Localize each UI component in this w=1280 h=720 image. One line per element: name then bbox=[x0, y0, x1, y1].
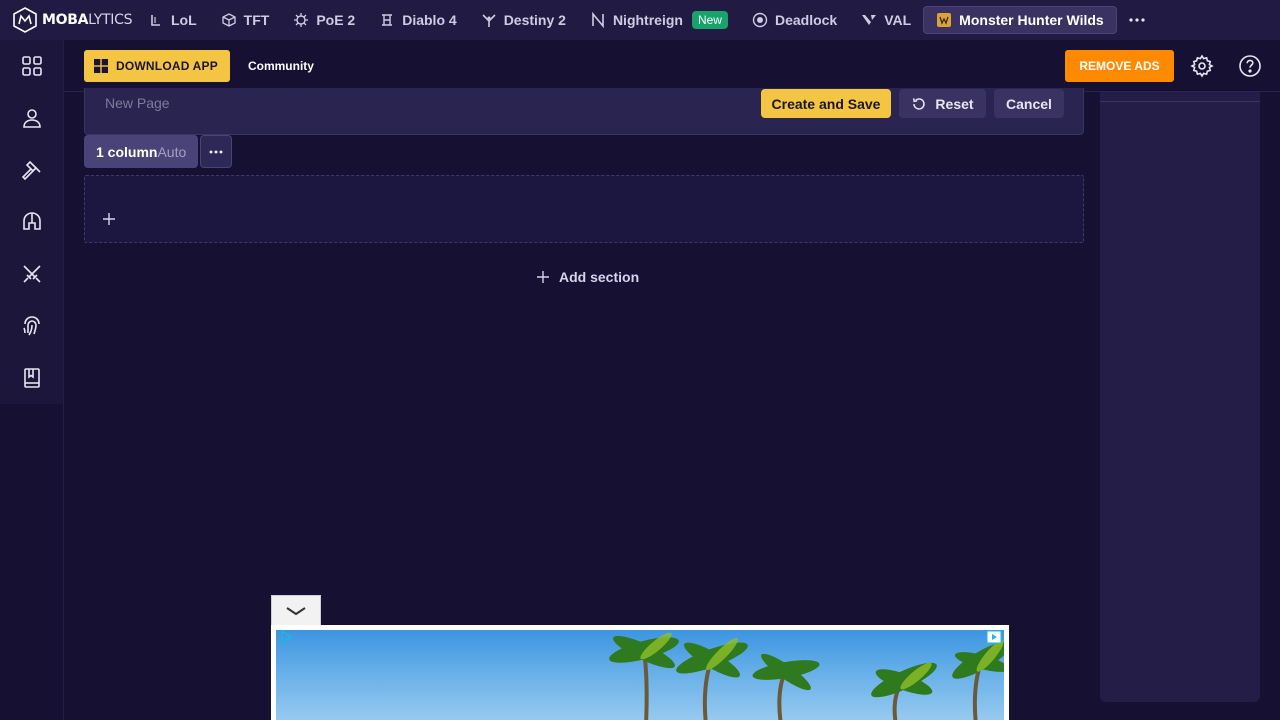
columns-mode: Auto bbox=[157, 143, 187, 160]
remove-ads-button[interactable]: REMOVE ADS bbox=[1065, 50, 1174, 82]
grid-icon bbox=[21, 56, 42, 76]
game-tab-val[interactable]: VAL bbox=[849, 6, 923, 34]
plus-icon bbox=[537, 271, 549, 283]
sidebar-item-grid[interactable] bbox=[0, 40, 63, 92]
empty-section bbox=[84, 175, 1084, 243]
column-layout-selector[interactable]: 1 column Auto bbox=[84, 135, 199, 168]
sidebar-menu bbox=[0, 40, 63, 404]
lol-icon bbox=[151, 15, 160, 26]
panel-divider bbox=[1100, 101, 1260, 102]
collapse-ad-button[interactable] bbox=[271, 595, 321, 625]
game-tab-destiny-2[interactable]: Destiny 2 bbox=[469, 6, 578, 34]
create-and-save-button[interactable]: Create and Save bbox=[761, 89, 891, 118]
sidebar-item-profile[interactable] bbox=[0, 92, 63, 144]
game-tab-poe-2[interactable]: PoE 2 bbox=[281, 6, 367, 34]
deadlock-icon bbox=[752, 12, 768, 28]
advertisement-banner[interactable] bbox=[271, 625, 1009, 720]
game-tab-deadlock[interactable]: Deadlock bbox=[740, 6, 849, 34]
sidebar-item-book[interactable] bbox=[0, 352, 63, 404]
game-tab-label: LoL bbox=[171, 12, 197, 28]
palm-trees-illustration bbox=[609, 632, 1004, 720]
windows-icon bbox=[94, 58, 108, 73]
top-navigation: MOBALYTICS LoL TFT PoE 2 Diablo 4 Destiny 2 N… bbox=[0, 0, 1280, 40]
hammer-icon bbox=[21, 160, 41, 181]
sidebar-item-helmet[interactable] bbox=[0, 196, 63, 248]
game-tab-label: PoE 2 bbox=[316, 12, 356, 28]
ellipsis-icon bbox=[209, 150, 223, 153]
mobalytics-logo-icon bbox=[13, 7, 37, 33]
chevron-down-icon bbox=[286, 606, 306, 615]
profile-icon bbox=[22, 109, 41, 128]
settings-gear-icon[interactable] bbox=[1190, 54, 1214, 78]
monster-hunter-icon bbox=[937, 13, 952, 27]
tft-icon bbox=[222, 13, 236, 27]
page-name-input[interactable]: New Page bbox=[105, 95, 170, 111]
download-app-button[interactable]: DOWNLOAD APP bbox=[84, 49, 230, 82]
nightreign-icon bbox=[592, 12, 604, 28]
reset-label: Reset bbox=[935, 95, 974, 112]
game-tabs: LoL TFT PoE 2 Diablo 4 Destiny 2 Nightreign Ne… bbox=[136, 0, 1117, 40]
diablo4-icon bbox=[382, 14, 393, 26]
cancel-button[interactable]: Cancel bbox=[994, 89, 1064, 118]
add-widget-plus-icon[interactable] bbox=[101, 211, 117, 227]
new-badge: New bbox=[691, 11, 728, 29]
sidebar-item-crossed-swords[interactable] bbox=[0, 248, 63, 300]
right-sidebar-panel bbox=[1100, 92, 1260, 702]
destiny2-icon bbox=[482, 14, 496, 27]
game-tab-label: Destiny 2 bbox=[503, 12, 566, 28]
fingerprint-icon bbox=[22, 316, 40, 336]
help-icon[interactable] bbox=[1238, 54, 1262, 78]
sidebar-item-hammer[interactable] bbox=[0, 144, 63, 196]
valorant-icon bbox=[862, 15, 877, 25]
game-tab-nightreign[interactable]: Nightreign New bbox=[578, 6, 740, 34]
page-editor-bar: New Page Create and Save Reset Cancel bbox=[84, 88, 1084, 135]
logo-text: MOBALYTICS bbox=[42, 12, 133, 28]
game-tab-label: Diablo 4 bbox=[402, 12, 457, 28]
add-section-label: Add section bbox=[559, 269, 640, 285]
more-games-button[interactable] bbox=[1125, 8, 1149, 32]
helmet-icon bbox=[22, 212, 41, 230]
game-tab-label: Monster Hunter Wilds bbox=[959, 12, 1104, 28]
columns-label: 1 column bbox=[96, 143, 158, 160]
game-tab-label: Nightreign bbox=[612, 12, 683, 28]
ad-image bbox=[276, 630, 1004, 720]
game-tab-monster-hunter-wilds[interactable]: Monster Hunter Wilds bbox=[923, 6, 1117, 34]
sidebar-item-fingerprint[interactable] bbox=[0, 300, 63, 352]
community-link[interactable]: Community bbox=[248, 59, 314, 73]
column-options-button[interactable] bbox=[200, 135, 232, 168]
reset-button[interactable]: Reset bbox=[899, 89, 986, 118]
ad-choices-icon[interactable] bbox=[278, 629, 294, 645]
left-sidebar bbox=[0, 40, 64, 720]
game-tab-lol[interactable]: LoL bbox=[136, 6, 209, 34]
sub-header: DOWNLOAD APP Community REMOVE ADS bbox=[64, 40, 1280, 92]
mobalytics-logo[interactable]: MOBALYTICS bbox=[0, 7, 136, 33]
reset-icon bbox=[913, 97, 926, 110]
ad-info-icon[interactable] bbox=[986, 629, 1002, 645]
poe2-icon bbox=[294, 13, 309, 27]
add-section-button[interactable]: Add section bbox=[535, 269, 639, 285]
crossed-swords-icon bbox=[22, 265, 41, 283]
game-tab-label: TFT bbox=[243, 12, 270, 28]
book-icon bbox=[23, 368, 40, 388]
game-tab-label: VAL bbox=[884, 12, 912, 28]
game-tab-tft[interactable]: TFT bbox=[209, 6, 282, 34]
ellipsis-icon bbox=[1129, 18, 1145, 22]
game-tab-diablo-4[interactable]: Diablo 4 bbox=[367, 6, 468, 34]
game-tab-label: Deadlock bbox=[774, 12, 838, 28]
download-app-label: DOWNLOAD APP bbox=[116, 58, 218, 73]
